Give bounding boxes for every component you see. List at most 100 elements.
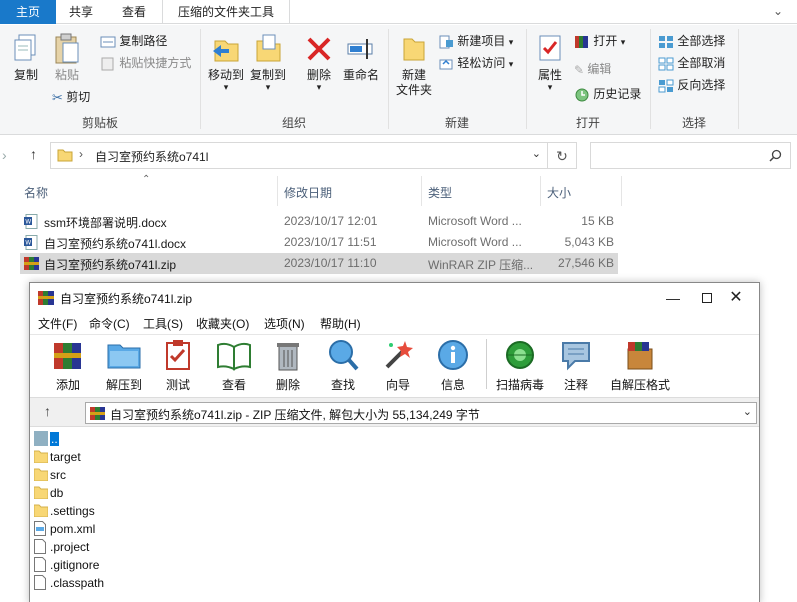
list-item[interactable]: .classpath bbox=[34, 574, 334, 592]
info-button[interactable]: 信息 bbox=[425, 339, 481, 393]
extract-to-label: 解压到 bbox=[105, 378, 142, 392]
group-label-open: 打开 bbox=[575, 116, 600, 130]
tab-home[interactable]: 主页 bbox=[0, 0, 56, 24]
list-item[interactable]: .gitignore bbox=[34, 556, 334, 574]
list-item[interactable]: .settings bbox=[34, 502, 334, 520]
select-all-icon bbox=[659, 35, 673, 48]
delete-label: 删除 bbox=[306, 68, 331, 82]
tab-compressed-folder-tools[interactable]: 压缩的文件夹工具 bbox=[162, 0, 290, 24]
forward-arrow-icon[interactable]: › bbox=[2, 147, 7, 163]
wizard-button[interactable]: 向导 bbox=[370, 339, 426, 393]
copy-button[interactable]: 复制 bbox=[10, 33, 42, 83]
menu-help[interactable]: 帮助(H) bbox=[320, 315, 361, 332]
menu-commands[interactable]: 命令(C) bbox=[89, 315, 130, 332]
edit-button[interactable]: ✎ 编辑 bbox=[574, 59, 611, 79]
copy-label: 复制 bbox=[13, 68, 38, 82]
menu-favorites[interactable]: 收藏夹(O) bbox=[196, 315, 249, 332]
new-folder-button[interactable]: 新建 文件夹 bbox=[392, 33, 436, 98]
rename-label: 重命名 bbox=[342, 68, 379, 82]
archive-file-list: .. target src db .settings pom.xml .proj… bbox=[30, 428, 759, 602]
tab-share[interactable]: 共享 bbox=[56, 0, 106, 24]
column-divider[interactable] bbox=[621, 176, 622, 206]
column-header-name[interactable]: 名称 bbox=[24, 184, 48, 201]
winrar-titlebar[interactable]: 自习室预约系统o741l.zip — ✕ bbox=[30, 283, 759, 313]
select-all-button[interactable]: 全部选择 bbox=[658, 31, 725, 51]
menu-tools[interactable]: 工具(S) bbox=[143, 315, 183, 332]
list-item-parent[interactable]: .. bbox=[34, 430, 334, 448]
breadcrumb-path[interactable]: 自习室预约系统o741l bbox=[95, 148, 208, 165]
maximize-button[interactable] bbox=[674, 287, 712, 309]
word-doc-icon: W bbox=[24, 235, 38, 250]
chevron-down-icon[interactable]: ⌄ bbox=[773, 4, 783, 18]
history-button[interactable]: 历史记录 bbox=[574, 84, 641, 104]
close-button[interactable]: ✕ bbox=[721, 287, 751, 309]
list-item[interactable]: pom.xml bbox=[34, 520, 334, 538]
archive-path-text: 自习室预约系统o741l.zip - ZIP 压缩文件, 解包大小为 55,13… bbox=[110, 408, 480, 422]
extract-to-button[interactable]: 解压到 bbox=[96, 339, 152, 393]
chevron-down-icon[interactable]: ⌄ bbox=[743, 405, 752, 418]
select-none-button[interactable]: 全部取消 bbox=[658, 53, 725, 73]
list-item[interactable]: db bbox=[34, 484, 334, 502]
column-divider[interactable] bbox=[277, 176, 278, 206]
comment-button[interactable]: 注释 bbox=[548, 339, 604, 393]
file-row-selected[interactable]: 自习室预约系统o741l.zip 2023/10/17 11:10 WinRAR… bbox=[20, 253, 618, 274]
winrar-window: 自习室预约系统o741l.zip — ✕ 文件(F) 命令(C) 工具(S) 收… bbox=[29, 282, 760, 602]
column-divider[interactable] bbox=[540, 176, 541, 206]
extract-folder-icon bbox=[107, 344, 141, 369]
menu-file[interactable]: 文件(F) bbox=[38, 315, 77, 332]
search-input[interactable] bbox=[590, 142, 791, 169]
ribbon: 复制 粘贴 复制路径 粘贴快捷方式 ✂ 剪切 剪贴板 移动到 ▾ 复制到 ▾ 删… bbox=[0, 25, 797, 135]
sfx-label: 自解压格式 bbox=[609, 378, 670, 392]
delete-button[interactable]: 删除 ▾ bbox=[302, 33, 336, 92]
find-button[interactable]: 查找 bbox=[315, 339, 371, 393]
file-row[interactable]: W ssm环境部署说明.docx 2023/10/17 12:01 Micros… bbox=[20, 211, 618, 232]
open-button[interactable]: 打开 ▾ bbox=[574, 31, 625, 51]
tab-view[interactable]: 查看 bbox=[108, 0, 160, 24]
winrar-icon bbox=[38, 291, 54, 305]
paste-button[interactable]: 粘贴 bbox=[50, 33, 84, 83]
address-bar[interactable]: › 自习室预约系统o741l ⌄ bbox=[50, 142, 548, 169]
word-doc-icon: W bbox=[24, 214, 38, 229]
dropdown-arrow-icon: ▾ bbox=[316, 82, 322, 92]
rename-button[interactable]: 重命名 bbox=[340, 33, 382, 83]
scan-virus-label: 扫描病毒 bbox=[495, 378, 544, 392]
easy-access-label: 轻松访问 bbox=[457, 56, 506, 70]
up-arrow-icon[interactable]: ↑ bbox=[44, 403, 51, 419]
column-header-date[interactable]: 修改日期 bbox=[284, 184, 332, 201]
new-folder-label: 新建 bbox=[401, 68, 426, 82]
list-item[interactable]: src bbox=[34, 466, 334, 484]
entry-name: .gitignore bbox=[50, 558, 100, 572]
list-item[interactable]: .project bbox=[34, 538, 334, 556]
test-button[interactable]: 测试 bbox=[150, 339, 206, 393]
column-divider[interactable] bbox=[421, 176, 422, 206]
invert-selection-button[interactable]: 反向选择 bbox=[658, 75, 725, 95]
easy-access-button[interactable]: 轻松访问 ▾ bbox=[438, 53, 513, 73]
delete-x-icon bbox=[307, 37, 331, 61]
chevron-down-icon[interactable]: ⌄ bbox=[532, 147, 541, 160]
copy-to-icon bbox=[256, 34, 281, 62]
delete-archive-button[interactable]: 删除 bbox=[260, 339, 316, 393]
archive-path-field[interactable]: 自习室预约系统o741l.zip - ZIP 压缩文件, 解包大小为 55,13… bbox=[85, 402, 757, 424]
file-row[interactable]: W 自习室预约系统o741l.docx 2023/10/17 11:51 Mic… bbox=[20, 232, 618, 253]
sfx-button[interactable]: 自解压格式 bbox=[608, 339, 672, 393]
svg-text:W: W bbox=[25, 219, 31, 226]
properties-button[interactable]: 属性 ▾ bbox=[534, 33, 566, 92]
breadcrumb-separator-icon: › bbox=[79, 147, 83, 161]
view-button[interactable]: 查看 bbox=[206, 339, 262, 393]
new-item-button[interactable]: 新建项目 ▾ bbox=[438, 31, 513, 51]
up-arrow-icon[interactable]: ↑ bbox=[30, 146, 37, 162]
file-icon bbox=[34, 557, 46, 572]
winrar-icon bbox=[575, 35, 588, 48]
cut-button[interactable]: ✂ 剪切 bbox=[52, 87, 90, 107]
copy-to-button[interactable]: 复制到 ▾ bbox=[248, 33, 288, 92]
scan-virus-button[interactable]: 扫描病毒 bbox=[490, 339, 550, 393]
refresh-button[interactable]: ↻ bbox=[548, 142, 577, 169]
paste-shortcut-button[interactable]: 粘贴快捷方式 bbox=[100, 53, 191, 73]
copy-path-button[interactable]: 复制路径 bbox=[100, 31, 167, 51]
move-to-button[interactable]: 移动到 ▾ bbox=[206, 33, 246, 92]
column-header-size[interactable]: 大小 bbox=[547, 184, 571, 201]
menu-options[interactable]: 选项(N) bbox=[264, 315, 305, 332]
list-item[interactable]: target bbox=[34, 448, 334, 466]
add-button[interactable]: 添加 bbox=[40, 339, 96, 393]
column-header-type[interactable]: 类型 bbox=[428, 184, 452, 201]
